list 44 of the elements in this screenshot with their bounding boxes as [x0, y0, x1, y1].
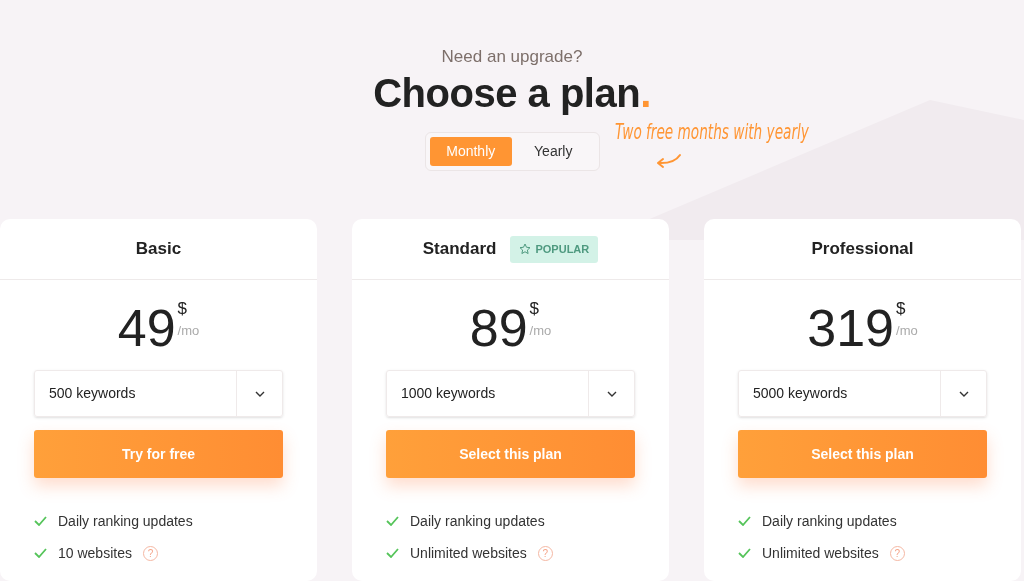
subtitle: Need an upgrade?	[441, 46, 583, 68]
badge-label: POPULAR	[535, 241, 590, 257]
annotation-text: Two free months with yearly	[615, 118, 809, 146]
price: 49	[117, 299, 176, 357]
currency: $	[177, 299, 189, 319]
period: /mo	[529, 322, 552, 340]
plan-button[interactable]: Select this plan	[738, 430, 987, 478]
chevron-down-icon	[254, 390, 265, 397]
period: /mo	[896, 322, 918, 340]
check-icon	[34, 516, 47, 526]
chevron-down-icon	[606, 390, 617, 397]
dropdown-value: 5000 keywords	[752, 384, 849, 403]
check-icon	[386, 548, 399, 558]
plan-button[interactable]: Select this plan	[386, 430, 635, 478]
keywords-dropdown[interactable]: 1000 keywords	[386, 370, 635, 417]
period: /mo	[177, 322, 200, 340]
star-icon	[519, 243, 532, 255]
check-icon	[738, 516, 751, 526]
price: 319	[807, 299, 895, 357]
arrow-icon	[654, 153, 682, 169]
price: 89	[469, 299, 528, 357]
feature-text: 10 websites	[58, 543, 132, 563]
page-title: Choose a plan.	[373, 70, 651, 116]
feature-text: Unlimited websites	[762, 543, 879, 563]
plan-name: Standard	[422, 238, 497, 261]
feature-text: Daily ranking updates	[410, 511, 545, 531]
plan-name: Basic	[135, 238, 182, 261]
plan-button[interactable]: Try for free	[34, 430, 283, 478]
chevron-down-icon	[958, 390, 969, 397]
keywords-dropdown[interactable]: 5000 keywords	[738, 370, 987, 417]
check-icon	[738, 548, 751, 558]
keywords-dropdown[interactable]: 500 keywords	[34, 370, 283, 417]
dropdown-value: 1000 keywords	[400, 384, 497, 403]
check-icon	[34, 548, 47, 558]
feature-text: Daily ranking updates	[58, 511, 193, 531]
dropdown-value: 500 keywords	[48, 384, 137, 403]
billing-tab[interactable]: Yearly	[512, 137, 595, 166]
currency: $	[529, 299, 541, 319]
feature-text: Unlimited websites	[410, 543, 527, 563]
feature-text: Daily ranking updates	[762, 511, 897, 531]
currency: $	[896, 299, 907, 319]
plan-name: Professional	[811, 238, 914, 261]
billing-tab[interactable]: Monthly	[429, 137, 512, 166]
check-icon	[386, 516, 399, 526]
